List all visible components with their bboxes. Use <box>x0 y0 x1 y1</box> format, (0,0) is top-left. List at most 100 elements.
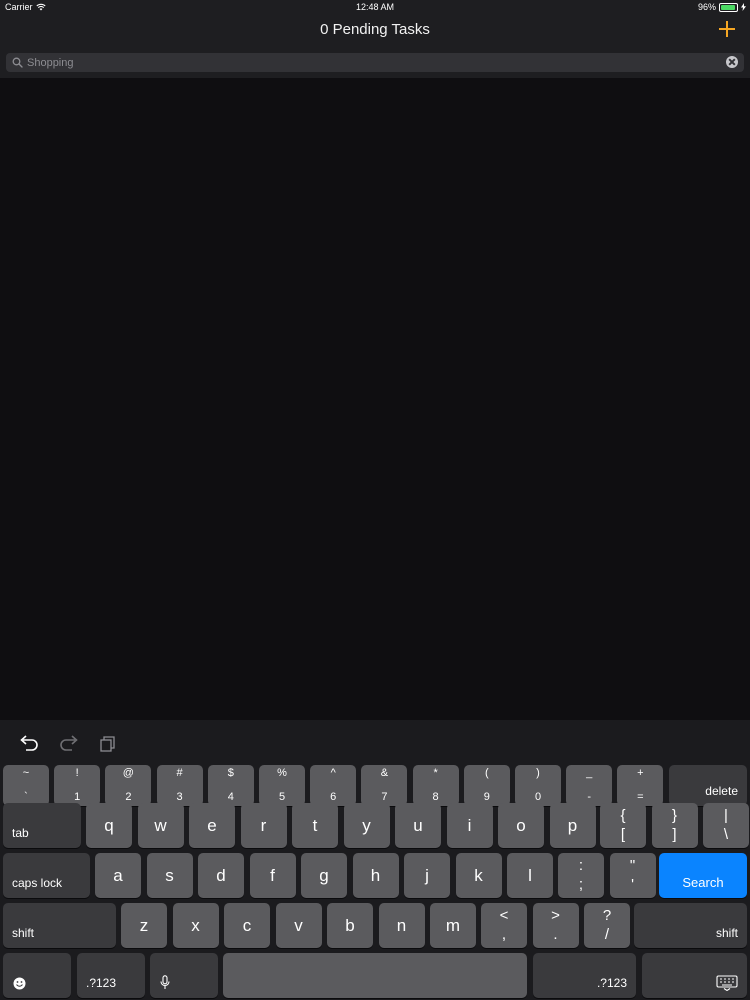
symbol-key[interactable]: >. <box>532 903 579 948</box>
key-shift-char: ! <box>75 767 79 779</box>
key-char: d <box>216 865 226 885</box>
letter-key-q[interactable]: q <box>86 803 132 848</box>
shift-left-key[interactable]: shift <box>3 903 116 948</box>
letter-key-g[interactable]: g <box>301 853 347 898</box>
symbol-key[interactable]: <, <box>481 903 527 948</box>
key-char: f <box>270 865 275 885</box>
letter-key-n[interactable]: n <box>378 903 425 948</box>
shift-right-label: shift <box>715 926 738 940</box>
number-key[interactable]: + = <box>617 765 664 806</box>
letter-key-z[interactable]: z <box>121 903 167 948</box>
key-char: v <box>294 915 303 935</box>
key-char: . <box>553 926 558 943</box>
key-shift-char: > <box>551 907 560 924</box>
letter-key-j[interactable]: j <box>404 853 450 898</box>
symbol-key[interactable]: {[ <box>600 803 646 848</box>
bolt-icon <box>741 3 746 11</box>
caps-lock-key[interactable]: caps lock <box>3 853 90 898</box>
space-key[interactable] <box>223 953 527 998</box>
key-char: r <box>260 815 267 835</box>
emoji-key[interactable] <box>3 953 71 998</box>
letter-key-k[interactable]: k <box>455 853 502 898</box>
letter-key-r[interactable]: r <box>240 803 287 848</box>
tab-key[interactable]: tab <box>3 803 81 848</box>
symbol-key[interactable]: " ' <box>609 853 656 898</box>
letter-key-v[interactable]: v <box>275 903 322 948</box>
key-shift-char: } <box>671 807 677 824</box>
key-char: 8 <box>432 791 439 803</box>
number-key[interactable]: % 5 <box>259 765 305 806</box>
key-char: t <box>312 815 318 835</box>
number-key[interactable]: (9 <box>463 765 510 806</box>
key-char: ] <box>672 826 677 843</box>
key-shift-char: + <box>637 767 644 779</box>
redo-icon[interactable] <box>58 734 80 754</box>
key-char: n <box>396 915 407 935</box>
key-shift-char: ) <box>536 767 540 779</box>
letter-key-e[interactable]: e <box>189 803 235 848</box>
shift-right-key[interactable]: shift <box>634 903 747 948</box>
key-char: ` <box>24 791 28 803</box>
symbol-key[interactable]: :; <box>558 853 604 898</box>
letter-key-i[interactable]: i <box>446 803 493 848</box>
number-key[interactable]: #3 <box>156 765 203 806</box>
search-field[interactable] <box>6 53 744 72</box>
letter-key-x[interactable]: x <box>172 903 219 948</box>
numbers-key-left-label: .?123 <box>86 976 117 990</box>
symbol-key[interactable]: | \ <box>703 803 749 848</box>
letter-key-o[interactable]: o <box>498 803 544 848</box>
letter-key-p[interactable]: p <box>549 803 596 848</box>
letter-key-a[interactable]: a <box>95 853 141 898</box>
search-input[interactable] <box>27 53 717 72</box>
letter-key-t[interactable]: t <box>292 803 338 848</box>
paste-icon[interactable] <box>98 734 120 754</box>
key-char: p <box>567 815 578 835</box>
key-char: j <box>425 865 429 885</box>
clear-icon[interactable] <box>726 56 738 68</box>
number-key[interactable]: _ - <box>566 765 613 806</box>
number-key[interactable]: ^ 6 <box>310 765 357 806</box>
add-task-button[interactable] <box>718 20 736 38</box>
key-char: , <box>501 926 507 943</box>
key-char: 4 <box>227 791 234 803</box>
symbol-key[interactable]: ? / <box>584 903 630 948</box>
letter-key-s[interactable]: s <box>146 853 193 898</box>
letter-key-c[interactable]: c <box>224 903 270 948</box>
letter-key-d[interactable]: d <box>198 853 244 898</box>
key-char: e <box>207 815 217 835</box>
microphone-key[interactable] <box>150 953 218 998</box>
key-char: 5 <box>278 791 286 803</box>
delete-key[interactable]: delete <box>669 765 747 806</box>
letter-key-w[interactable]: w <box>137 803 184 848</box>
number-key[interactable]: $4 <box>207 765 254 806</box>
letter-key-h[interactable]: h <box>352 853 399 898</box>
key-char: [ <box>620 826 626 843</box>
symbol-key[interactable]: }] <box>651 803 698 848</box>
number-key[interactable]: * 8 <box>412 765 459 806</box>
numbers-key-right[interactable]: .?123 <box>533 953 636 998</box>
undo-icon[interactable] <box>18 734 40 754</box>
letter-key-y[interactable]: y <box>343 803 390 848</box>
navigation-bar: 0 Pending Tasks <box>0 15 750 46</box>
key-char: s <box>165 865 174 885</box>
number-key[interactable]: @2 <box>105 765 152 806</box>
number-key[interactable]: ) 0 <box>515 765 561 806</box>
numbers-key-left[interactable]: .?123 <box>77 953 145 998</box>
search-bar <box>0 46 750 78</box>
tab-key-label: tab <box>12 826 29 840</box>
key-shift-char: @ <box>122 767 134 779</box>
letter-key-m[interactable]: m <box>430 903 476 948</box>
letter-key-l[interactable]: l <box>507 853 553 898</box>
dismiss-keyboard-key[interactable] <box>642 953 747 998</box>
letter-key-u[interactable]: u <box>395 803 441 848</box>
number-key[interactable]: ~ ` <box>3 765 49 806</box>
search-key[interactable]: Search <box>659 853 747 898</box>
battery-icon <box>719 2 738 12</box>
key-char: 0 <box>534 791 542 803</box>
letter-key-f[interactable]: f <box>249 853 296 898</box>
key-char: i <box>467 815 472 835</box>
number-key[interactable]: ! 1 <box>54 765 101 806</box>
letter-key-b[interactable]: b <box>327 903 373 948</box>
number-key[interactable]: & 7 <box>361 765 408 806</box>
page-title: 0 Pending Tasks <box>320 21 430 38</box>
